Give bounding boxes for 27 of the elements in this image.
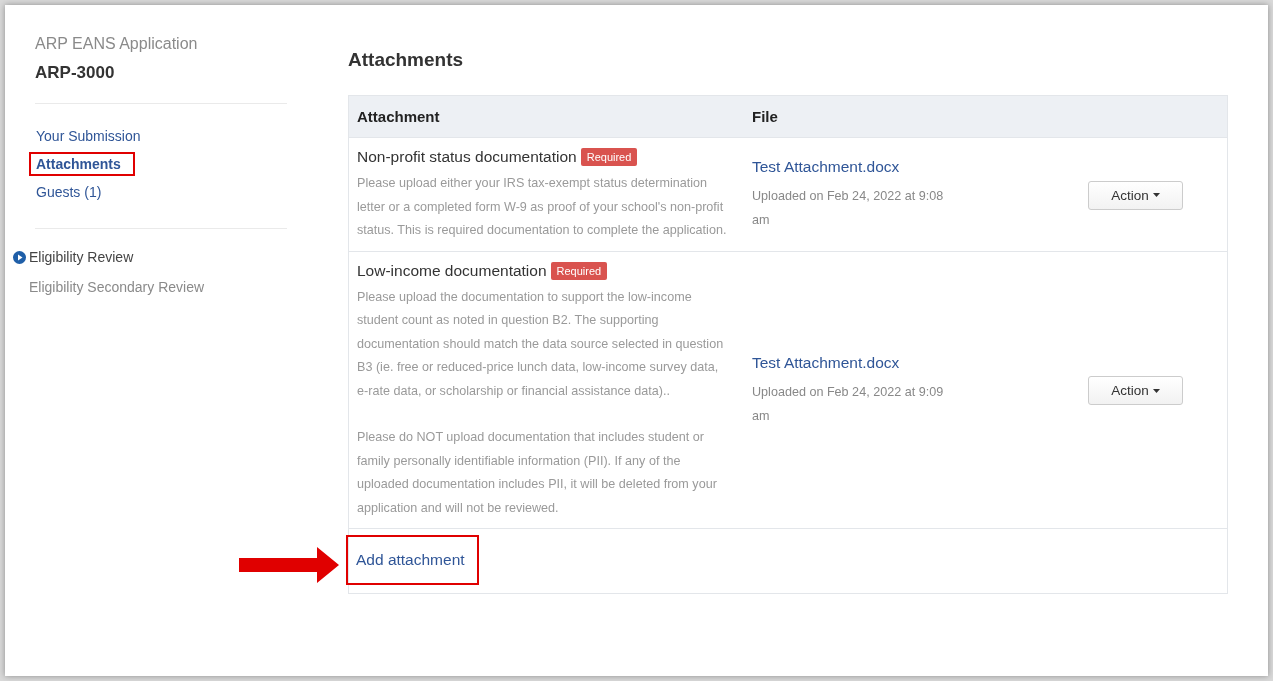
attachment-name: Non-profit status documentation [357, 148, 577, 166]
application-subtitle: ARP EANS Application [35, 35, 199, 53]
application-id: ARP-3000 [35, 63, 116, 83]
file-link[interactable]: Test Attachment.docx [752, 353, 1036, 372]
upload-date: Uploaded on Feb 24, 2022 at 9:09 am [752, 383, 945, 425]
attachment-description: Please do NOT upload documentation that includes student or family personally identifiable information (PII). If any of the uploaded documentation includes PII, it will be deleted from your application and will not be reviewed. [357, 429, 718, 517]
current-step-icon [13, 250, 26, 264]
file-link[interactable]: Test Attachment.docx [752, 158, 1036, 177]
add-attachment-link[interactable]: Add attachment [346, 535, 479, 585]
workflow-step: Eligibility Review [29, 249, 134, 265]
sidebar-link[interactable]: Attachments [29, 152, 135, 176]
required-badge: Required [550, 261, 608, 280]
attachment-description: Please upload either your IRS tax-exempt status determination letter or a completed form W-9 as proof of your school's non-profit status. This is required documentation to complete the application. [357, 175, 728, 239]
column-header: Attachment [349, 96, 744, 138]
sidebar-link[interactable]: Your Submission [29, 124, 155, 148]
attachment-name: Low-income documentation [357, 261, 547, 280]
action-dropdown-button[interactable]: Action [1088, 376, 1183, 406]
sidebar-link[interactable]: Guests (1) [29, 180, 116, 204]
caret-icon [1152, 388, 1160, 393]
required-badge: Required [580, 148, 638, 166]
caret-icon [1152, 193, 1160, 198]
column-header: File [744, 96, 1044, 138]
workflow-step: Eligibility Secondary Review [29, 279, 205, 295]
page-heading: Attachments [348, 49, 465, 71]
action-dropdown-button[interactable]: Action [1088, 180, 1183, 210]
attachment-description: Please upload the documentation to support the low-income student count as noted in question B2. The supporting documentation should match the data source selected in question B3 (ie. free or reduced-price lunch data, low-income survey data, e-rate data, or scholarship or financial assistance data).. [357, 288, 725, 400]
upload-date: Uploaded on Feb 24, 2022 at 9:08 am [752, 188, 945, 230]
